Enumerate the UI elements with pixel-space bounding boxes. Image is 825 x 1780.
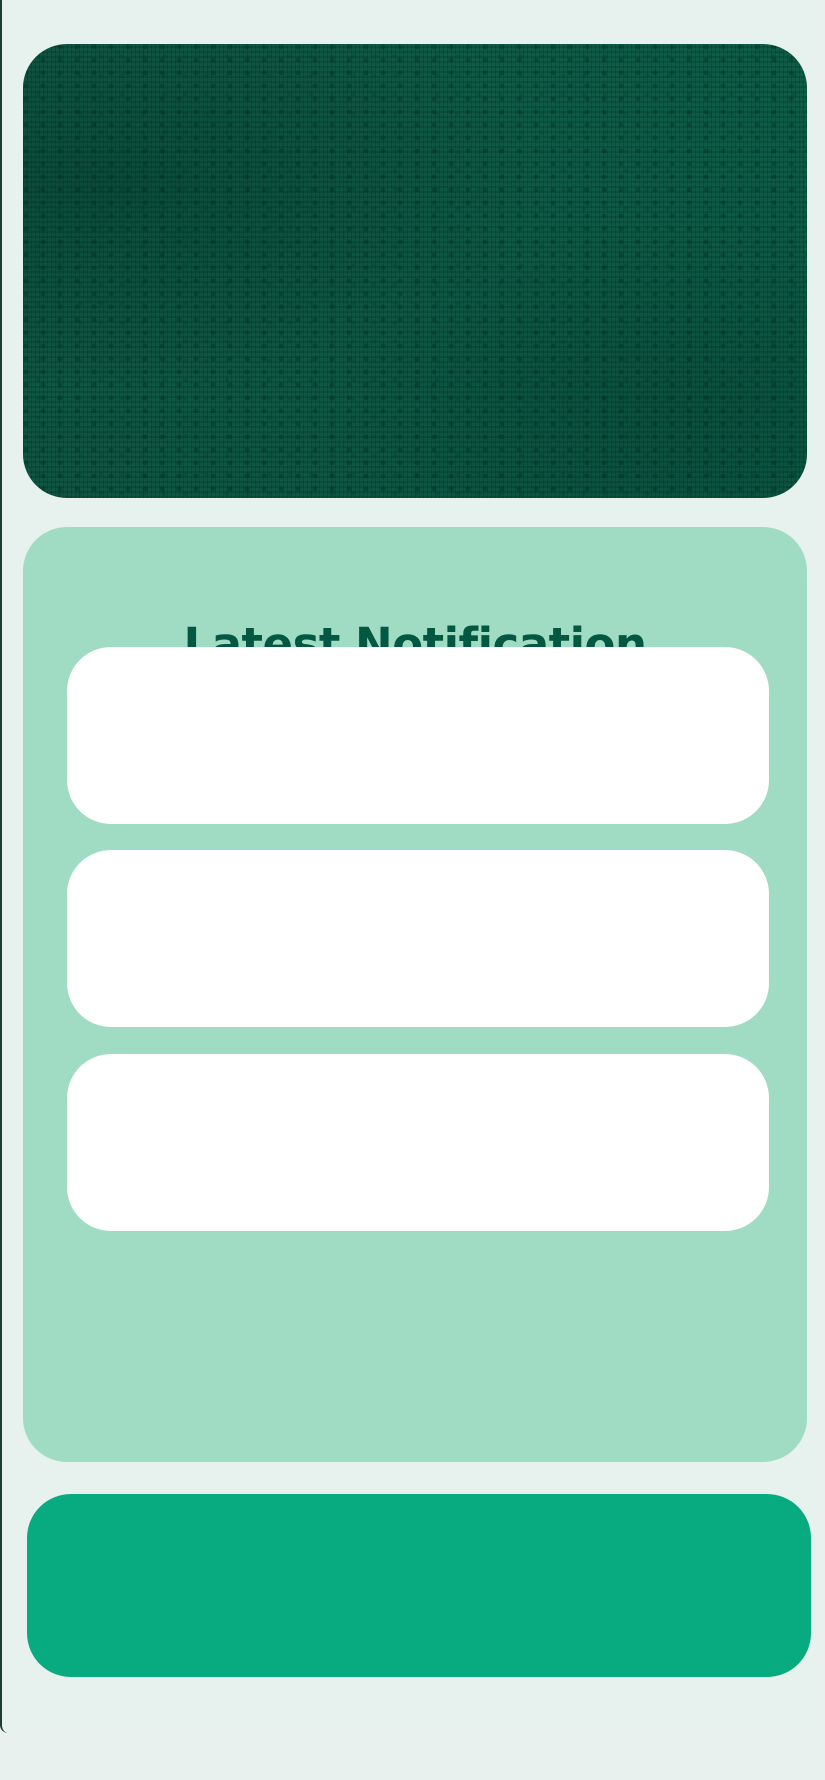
- notification-card[interactable]: [67, 850, 769, 1027]
- mobile-app-frame: Latest Notification: [0, 0, 822, 1733]
- hero-banner: [23, 44, 807, 498]
- notification-card[interactable]: [67, 647, 769, 824]
- notification-card[interactable]: [67, 1054, 769, 1231]
- app-page: Latest Notification: [0, 0, 825, 1780]
- bottom-action-card[interactable]: [27, 1494, 811, 1677]
- latest-notification-panel: Latest Notification: [23, 527, 807, 1462]
